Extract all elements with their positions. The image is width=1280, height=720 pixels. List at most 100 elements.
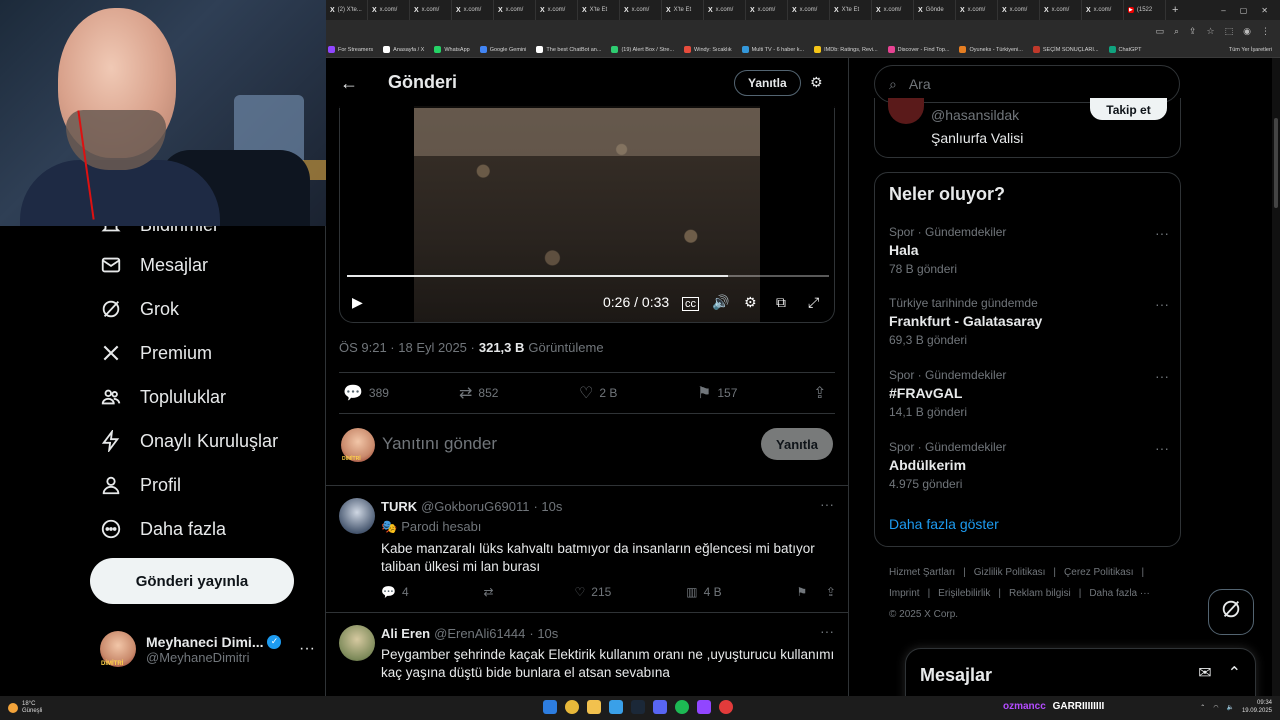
- reply-item[interactable]: TURK @GokboruG69011 · 10s ··· 🎭 Parodi h…: [326, 486, 848, 613]
- more-icon[interactable]: ···: [1155, 368, 1169, 384]
- follow-handle[interactable]: @hasansildak: [931, 107, 1019, 123]
- footer-link[interactable]: © 2025 X Corp.: [889, 609, 958, 620]
- footer-link[interactable]: Imprint: [889, 588, 920, 599]
- footer-link[interactable]: Gizlilik Politikası: [974, 567, 1046, 578]
- reply-submit-button[interactable]: Yanıtla: [761, 428, 833, 460]
- sidebar-item-communities[interactable]: Topluluklar: [100, 386, 226, 408]
- post-timestamp[interactable]: ÖS 9:21 · 18 Eyl 2025 ·: [339, 340, 475, 355]
- avatar[interactable]: [339, 625, 375, 661]
- pip-icon[interactable]: ⧉: [776, 294, 786, 311]
- reply-time[interactable]: · 10s: [529, 626, 558, 641]
- browser-tab[interactable]: Xx.com/: [494, 0, 536, 20]
- footer-link[interactable]: Çerez Politikası: [1064, 567, 1133, 578]
- cast-icon[interactable]: ▭: [1155, 26, 1164, 37]
- bookmark-item[interactable]: SEÇİM SONUÇLARI...: [1032, 46, 1099, 53]
- sidebar-item-verified-orgs[interactable]: Onaylı Kuruluşlar: [100, 430, 278, 452]
- avatar[interactable]: [888, 98, 924, 124]
- speaker-icon[interactable]: 🔈: [1226, 704, 1233, 711]
- page-scrollbar[interactable]: [1272, 58, 1280, 696]
- all-bookmarks[interactable]: Tüm Yer İşaretleri: [1229, 47, 1280, 53]
- video-progress-bar[interactable]: [347, 275, 829, 277]
- extensions-icon[interactable]: ⬚: [1225, 26, 1234, 37]
- edge-icon[interactable]: [609, 700, 623, 714]
- sliders-icon[interactable]: ⚙: [810, 74, 823, 91]
- browser-tab[interactable]: Xx.com/: [620, 0, 662, 20]
- more-icon[interactable]: ···: [1155, 225, 1169, 241]
- more-icon[interactable]: ···: [299, 640, 315, 658]
- account-switcher[interactable]: DİMİTRİ Meyhaneci Dimi... ✓ @MeyhaneDimi…: [100, 631, 315, 667]
- bookmark-item[interactable]: The best ChatBot an...: [536, 46, 601, 53]
- sidebar-item-messages[interactable]: Mesajlar: [100, 254, 208, 276]
- avatar[interactable]: [339, 498, 375, 534]
- reply-views-action[interactable]: ▥ 4 B: [686, 585, 721, 599]
- wifi-icon[interactable]: ◠: [1213, 704, 1218, 711]
- footer-link[interactable]: Reklam bilgisi: [1009, 588, 1071, 599]
- windows-start-icon[interactable]: [543, 700, 557, 714]
- bookmark-item[interactable]: WhatsApp: [434, 46, 470, 53]
- browser-tab[interactable]: Xx.com/: [872, 0, 914, 20]
- reply-item[interactable]: Ali Eren @ErenAli61444 · 10s ··· Peygamb…: [326, 613, 848, 696]
- new-message-icon[interactable]: ✉: [1198, 663, 1211, 683]
- reply-action[interactable]: 💬 389: [343, 383, 389, 403]
- reply-author-handle[interactable]: @ErenAli61444: [434, 626, 525, 641]
- browser-tab[interactable]: Xx.com/: [704, 0, 746, 20]
- reply-input[interactable]: Yanıtını gönder: [382, 434, 497, 454]
- footer-link[interactable]: Hizmet Şartları: [889, 567, 955, 578]
- new-tab-button[interactable]: +: [1166, 4, 1184, 16]
- reply-repost-action[interactable]: ⇄: [484, 585, 500, 599]
- volume-icon[interactable]: 🔊: [712, 294, 729, 311]
- chrome-icon[interactable]: [565, 700, 579, 714]
- fullscreen-icon[interactable]: ⤢: [808, 294, 819, 311]
- expand-icon[interactable]: ⌃: [1228, 663, 1241, 683]
- reply-author-name[interactable]: TURK: [381, 499, 417, 514]
- bookmark-item[interactable]: Windy: Sıcaklık: [684, 46, 732, 53]
- share-icon[interactable]: ⇪: [1189, 26, 1197, 37]
- browser-tab[interactable]: Xx.com/: [956, 0, 998, 20]
- star-icon[interactable]: ☆: [1207, 26, 1215, 37]
- browser-tab[interactable]: X X'te Et: [830, 0, 872, 20]
- repost-action[interactable]: ⇄ 852: [459, 383, 498, 403]
- share-action[interactable]: ⇪: [813, 383, 826, 403]
- bookmark-item[interactable]: Discover - Find Top...: [887, 46, 949, 53]
- bookmark-action[interactable]: ⚑ 157: [697, 383, 737, 403]
- browser-tab[interactable]: Xx.com/: [368, 0, 410, 20]
- twitch-icon[interactable]: [697, 700, 711, 714]
- clock[interactable]: 09:34 19.09.2025: [1242, 699, 1272, 715]
- bookmark-item[interactable]: IMDb: Ratings, Revi...: [814, 46, 878, 53]
- bookmark-item[interactable]: Oyuneks - Türkiyeni...: [959, 46, 1023, 53]
- browser-tab[interactable]: Xx.com/: [746, 0, 788, 20]
- profile-icon[interactable]: ◉: [1243, 26, 1251, 37]
- sidebar-item-profile[interactable]: Profil: [100, 474, 181, 496]
- bookmark-item[interactable]: Google Gemini: [479, 46, 526, 53]
- trend-item[interactable]: Spor · Gündemdekiler Hala 78 B gönderi ·…: [889, 225, 1169, 276]
- browser-tab[interactable]: Xx.com/: [410, 0, 452, 20]
- footer-link[interactable]: Daha fazla ···: [1089, 588, 1150, 599]
- footer-link[interactable]: Erişilebilirlik: [938, 588, 990, 599]
- bookmark-item[interactable]: ChatGPT: [1108, 46, 1141, 53]
- bookmark-item[interactable]: Multi TV - 6 haber k...: [741, 46, 804, 53]
- more-icon[interactable]: ···: [820, 496, 834, 512]
- bookmark-item[interactable]: For Streamers: [328, 46, 373, 53]
- close-icon[interactable]: ✕: [1261, 6, 1268, 15]
- reply-comment-action[interactable]: 💬 4: [381, 585, 409, 599]
- browser-tab[interactable]: X (2) X'te...: [326, 0, 368, 20]
- like-action[interactable]: ♡ 2 B: [579, 383, 617, 403]
- bookmark-item[interactable]: (19) Alert Box / Stre...: [611, 46, 674, 53]
- browser-tab[interactable]: X X'te Et: [578, 0, 620, 20]
- browser-tab[interactable]: ▶ (1522: [1124, 0, 1166, 20]
- browser-tab[interactable]: Xx.com/: [998, 0, 1040, 20]
- menu-icon[interactable]: ⋮: [1261, 26, 1270, 37]
- browser-tab[interactable]: Xx.com/: [452, 0, 494, 20]
- trend-item[interactable]: Spor · Gündemdekiler Abdülkerim 4.975 gö…: [889, 440, 1169, 491]
- trend-item[interactable]: Spor · Gündemdekiler #FRAvGAL 14,1 B gön…: [889, 368, 1169, 419]
- show-more-link[interactable]: Daha fazla göster: [889, 516, 999, 532]
- reply-bookmark-share[interactable]: ⚑ ⇪: [796, 585, 836, 599]
- steam-icon[interactable]: [631, 700, 645, 714]
- browser-tab[interactable]: Xx.com/: [788, 0, 830, 20]
- reply-button[interactable]: Yanıtla: [734, 70, 801, 96]
- captions-icon[interactable]: cc: [682, 297, 699, 311]
- minimize-icon[interactable]: –: [1221, 6, 1225, 15]
- sidebar-item-premium[interactable]: Premium: [100, 342, 212, 364]
- reply-author-handle[interactable]: @GokboruG69011: [421, 499, 529, 514]
- maximize-icon[interactable]: ▢: [1240, 6, 1248, 15]
